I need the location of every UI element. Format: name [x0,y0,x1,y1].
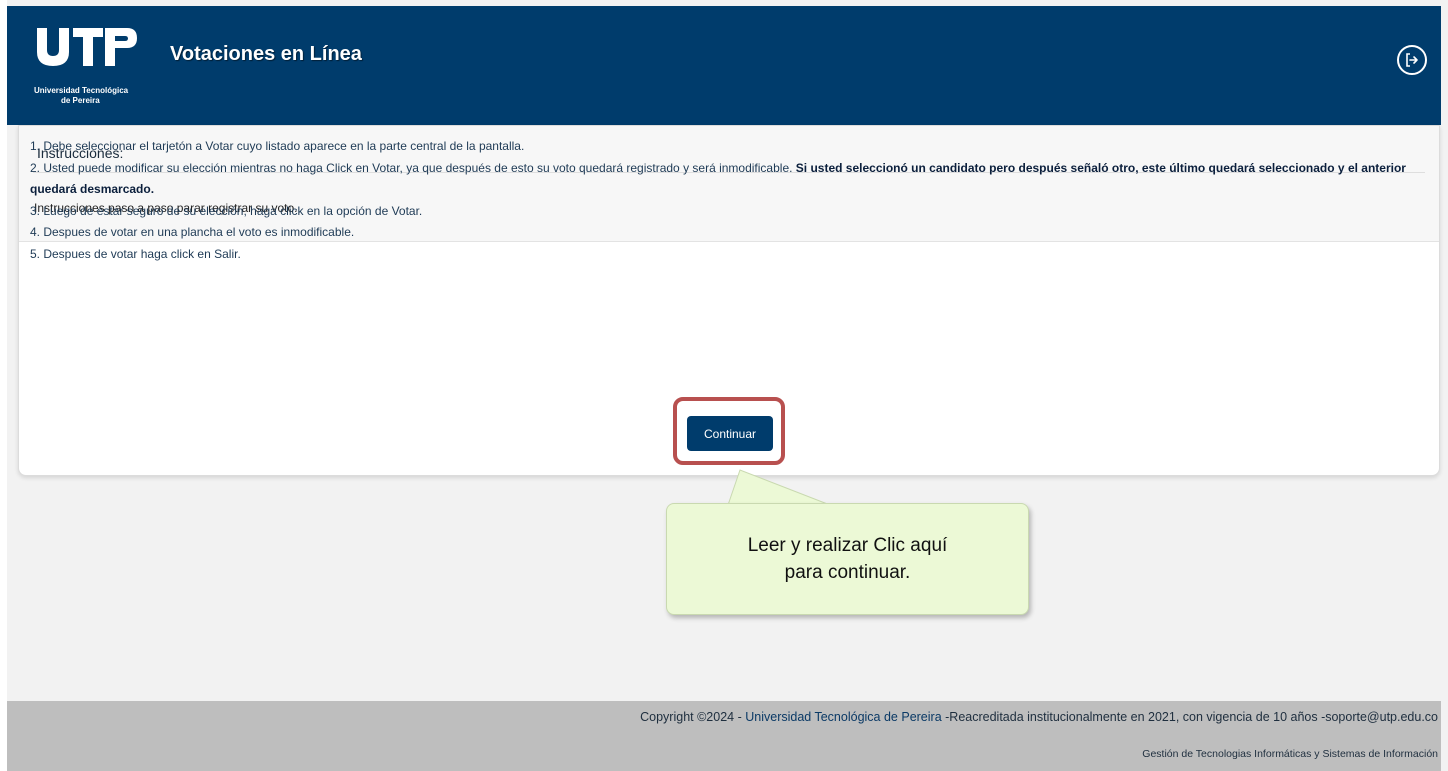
logout-icon [1406,53,1418,67]
utp-logo: Universidad Tecnológica de Pereira [33,24,143,114]
app-title: Votaciones en Línea [170,43,362,65]
copyright-prefix: Copyright ©2024 - [640,710,746,724]
instruction-step-4: 4. Despues de votar en una plancha el vo… [30,225,355,239]
copyright-suffix: -Reacreditada institucionalmente en 2021… [941,710,1438,724]
callout-line1: Leer y realizar Clic aquí [747,535,948,556]
callout-tooltip: Leer y realizar Clic aquí para continuar… [666,503,1029,615]
instruction-step-1: 1. Debe seleccionar el tarjetón a Votar … [30,139,525,153]
copyright-text: Copyright ©2024 - Universidad Tecnológic… [640,710,1438,724]
instruction-step-2: 2. Usted puede modificar su elección mie… [30,158,1420,201]
instruction-list: 1. Debe seleccionar el tarjetón a Votar … [30,136,1420,265]
footer: Copyright ©2024 - Universidad Tecnológic… [7,701,1441,771]
university-link[interactable]: Universidad Tecnológica de Pereira [745,710,941,724]
logo-caption-line1: Universidad Tecnológica [34,86,129,95]
instruction-step-2-text: 2. Usted puede modificar su elección mie… [30,160,793,175]
callout-line2: para continuar. [784,562,911,583]
continue-button[interactable]: Continuar [687,416,773,451]
logo-caption-line2: de Pereira [61,96,100,105]
window-edge [0,0,7,771]
top-bar: Universidad Tecnológica de Pereira Votac… [7,6,1441,125]
instruction-step-3: 3. Luego de estar seguro de su elección,… [30,203,423,218]
utp-logo-mark [37,28,137,66]
logout-button[interactable] [1397,45,1427,75]
instruction-step-5: 5. Despues de votar haga click en Salir. [30,246,241,261]
department-text: Gestión de Tecnologias Informáticas y Si… [1142,748,1438,760]
